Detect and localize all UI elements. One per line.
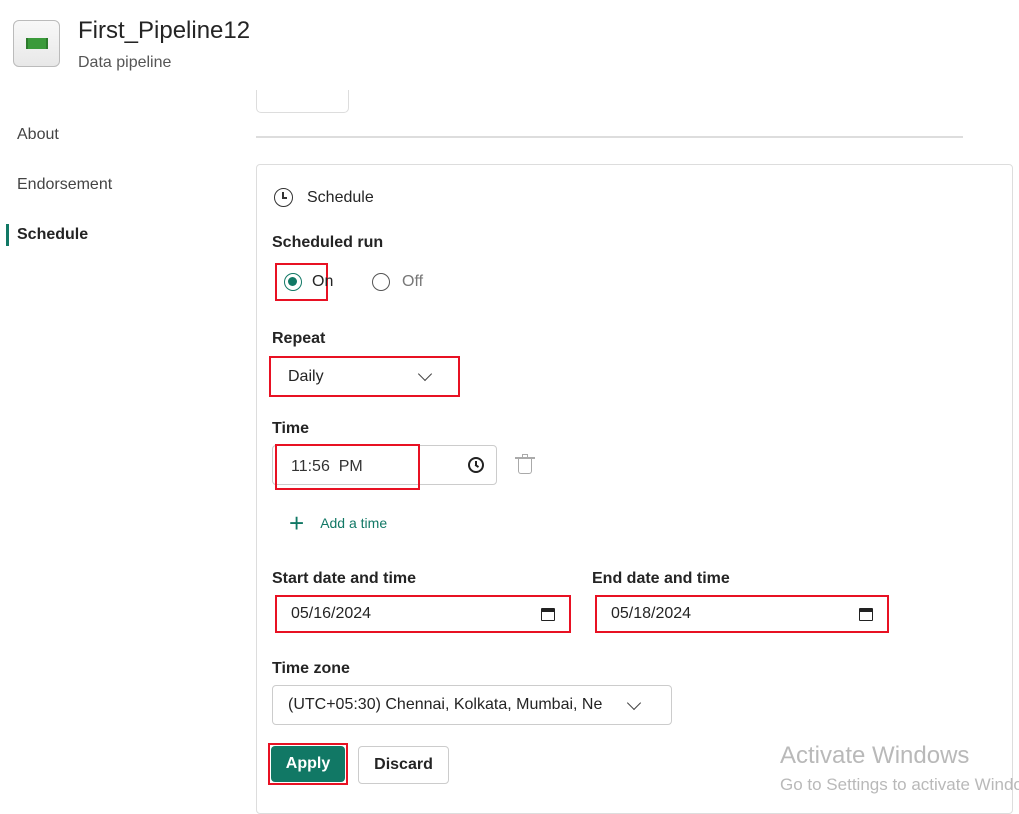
chevron-down-icon <box>626 695 642 711</box>
add-time-button[interactable]: + Add a time <box>289 508 388 538</box>
page-title: First_Pipeline12 <box>78 17 251 44</box>
divider <box>256 136 963 138</box>
end-label: End date and time <box>592 570 730 587</box>
page-subtitle: Data pipeline <box>78 54 172 71</box>
radio-off[interactable]: Off <box>372 273 423 291</box>
time-label: Time <box>272 420 310 437</box>
apply-button[interactable]: Apply <box>271 746 345 782</box>
end-date-input[interactable]: 05/18/2024 <box>595 595 889 633</box>
radio-off-label: Off <box>402 273 424 290</box>
radio-off-control[interactable] <box>372 273 390 291</box>
sidebar-item-endorsement[interactable]: Endorsement <box>17 176 112 194</box>
scheduled-run-label: Scheduled run <box>272 234 384 251</box>
chevron-down-icon <box>417 366 433 381</box>
sidebar-item-about[interactable]: About <box>17 126 59 144</box>
discard-button[interactable]: Discard <box>358 746 449 784</box>
repeat-label: Repeat <box>272 330 326 347</box>
plus-icon: + <box>289 508 305 538</box>
add-time-label: Add a time <box>320 515 388 531</box>
repeat-value: Daily <box>288 367 324 385</box>
start-date-input[interactable]: 05/16/2024 <box>275 595 571 633</box>
radio-on-label: On <box>312 273 334 290</box>
clock-icon[interactable] <box>468 457 484 473</box>
radio-on[interactable]: On <box>284 273 333 291</box>
pipeline-app-icon <box>13 20 60 67</box>
end-date-value: 05/18/2024 <box>611 605 692 622</box>
watermark-title: Activate Windows <box>780 742 970 769</box>
sidebar-item-schedule[interactable]: Schedule <box>17 226 88 244</box>
calendar-icon[interactable] <box>541 607 555 621</box>
repeat-dropdown[interactable]: Daily <box>269 356 460 397</box>
clock-icon <box>274 188 293 207</box>
partial-button[interactable] <box>256 90 349 113</box>
selected-indicator <box>6 224 9 246</box>
watermark-subtitle: Go to Settings to activate Windows. <box>780 775 1019 794</box>
start-date-value: 05/16/2024 <box>291 605 372 622</box>
section-title: Schedule <box>307 189 374 206</box>
timezone-label: Time zone <box>272 660 350 677</box>
time-highlight: 11:56 PM <box>275 444 420 490</box>
radio-on-control[interactable] <box>284 273 302 291</box>
time-value: 11:56 PM <box>291 458 363 475</box>
start-label: Start date and time <box>272 570 417 587</box>
trash-icon[interactable] <box>515 454 535 475</box>
calendar-icon[interactable] <box>859 607 873 621</box>
timezone-dropdown[interactable]: (UTC+05:30) Chennai, Kolkata, Mumbai, Ne <box>272 685 672 725</box>
timezone-value: (UTC+05:30) Chennai, Kolkata, Mumbai, Ne <box>288 696 603 713</box>
